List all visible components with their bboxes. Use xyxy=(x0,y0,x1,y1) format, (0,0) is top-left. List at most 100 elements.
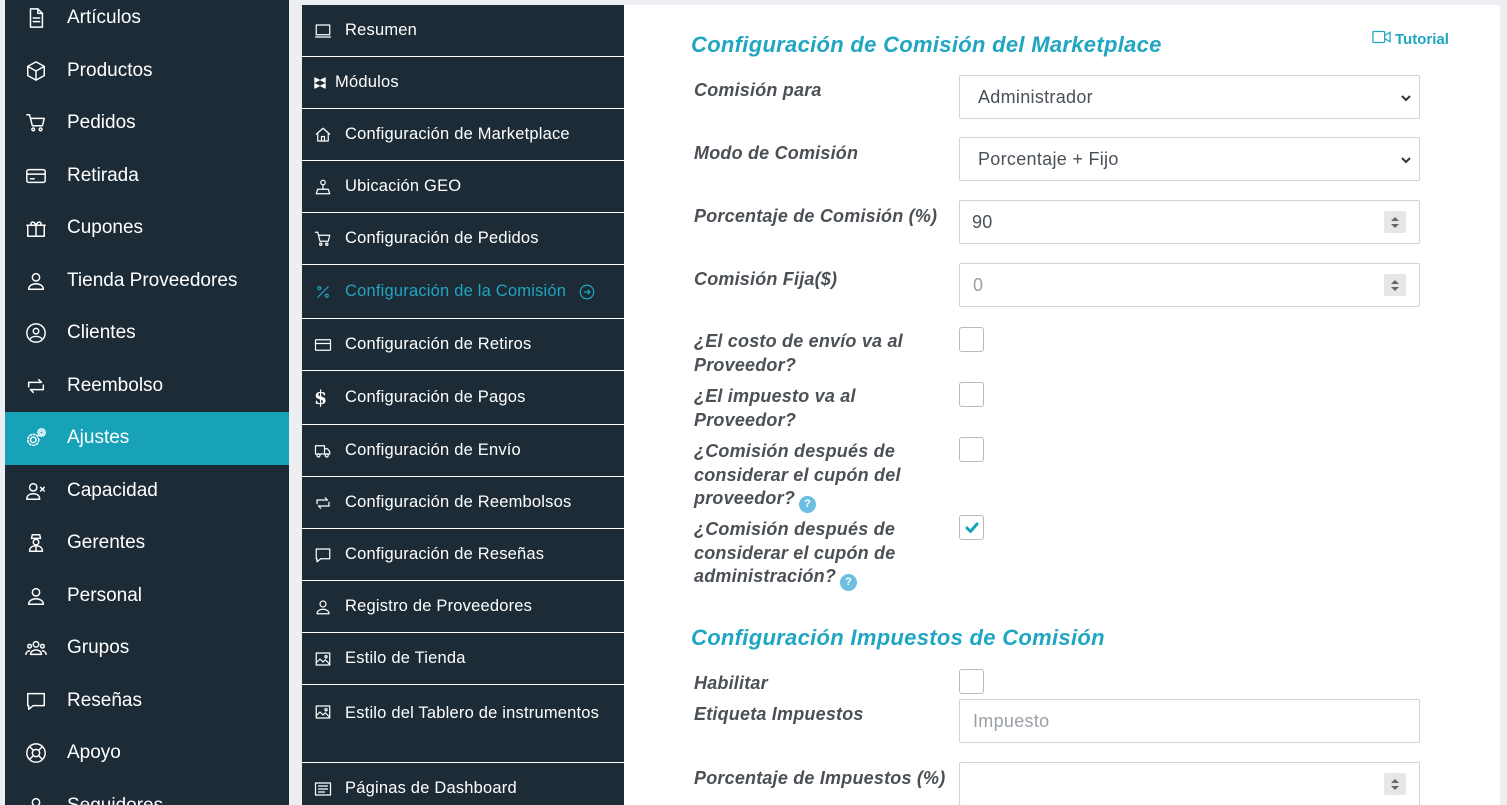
settings-item-label: Resumen xyxy=(345,21,418,39)
dollar-icon: $ xyxy=(314,386,328,409)
sidebar-item-cupones[interactable]: Cupones xyxy=(5,202,289,255)
refund-icon xyxy=(5,375,67,397)
settings-item-resenas[interactable]: Configuración de Reseñas xyxy=(302,529,624,581)
sidebar-item-label: Pedidos xyxy=(67,112,136,134)
image-icon xyxy=(314,650,345,668)
sidebar-item-ajustes[interactable]: Ajustes xyxy=(5,412,289,465)
commission-for-label: Comisión para xyxy=(694,80,822,100)
user-icon xyxy=(5,585,67,607)
sidebar-item-grupos[interactable]: Grupos xyxy=(5,622,289,675)
cube-icon xyxy=(5,60,67,82)
settings-item-estilo-tienda[interactable]: Estilo de Tienda xyxy=(302,633,624,685)
sidebar-item-retirada[interactable]: Retirada xyxy=(5,150,289,203)
cart-icon xyxy=(314,230,345,248)
settings-item-label: Configuración de Envío xyxy=(345,441,521,459)
sidebar-item-capacidad[interactable]: Capacidad xyxy=(5,465,289,518)
tax-enable-checkbox[interactable] xyxy=(959,669,984,694)
settings-item-envio[interactable]: Configuración de Envío xyxy=(302,425,624,477)
commission-for-select[interactable]: Administrador xyxy=(959,75,1420,119)
tax-label-label: Etiqueta Impuestos xyxy=(694,704,864,724)
sidebar-item-gerentes[interactable]: Gerentes xyxy=(5,517,289,570)
sidebar-item-label: Clientes xyxy=(67,322,136,344)
settings-item-label: Configuración de Pagos xyxy=(345,388,526,406)
number-spinner[interactable] xyxy=(1384,274,1406,296)
settings-item-label: Configuración de Marketplace xyxy=(345,125,570,143)
tax-to-vendor-label: ¿El impuesto va al Proveedor? xyxy=(694,386,856,430)
commission-percent-label: Porcentaje de Comisión (%) xyxy=(694,206,938,226)
settings-item-modulos[interactable]: Módulos xyxy=(302,57,624,109)
settings-item-label: Estilo del Tablero de instrumentos xyxy=(314,699,599,726)
commission-mode-value: Porcentaje + Fijo xyxy=(978,148,1119,169)
sidebar-item-tienda-proveedores[interactable]: Tienda Proveedores xyxy=(5,255,289,308)
sidebar-item-label: Reseñas xyxy=(67,689,142,711)
sidebar-item-label: Productos xyxy=(67,59,153,81)
sidebar-item-clientes[interactable]: Clientes xyxy=(5,307,289,360)
settings-item-registro-proveedores[interactable]: Registro de Proveedores xyxy=(302,581,624,633)
settings-item-paginas-dashboard[interactable]: Páginas de Dashboard xyxy=(302,763,624,805)
settings-item-pedidos[interactable]: Configuración de Pedidos xyxy=(302,213,624,265)
sidebar-item-pedidos[interactable]: Pedidos xyxy=(5,97,289,150)
number-spinner[interactable] xyxy=(1384,211,1406,233)
sidebar-item-label: Capacidad xyxy=(67,479,158,501)
chevron-down-icon xyxy=(1399,151,1413,165)
help-icon[interactable]: ? xyxy=(840,574,858,592)
sidebar-item-label: Grupos xyxy=(67,637,130,659)
sidebar-item-label: Reembolso xyxy=(67,374,164,396)
tax-percent-input[interactable] xyxy=(959,762,1420,805)
chevron-down-icon xyxy=(1399,89,1413,103)
tutorial-link[interactable]: Tutorial xyxy=(1372,30,1449,48)
card-icon xyxy=(314,336,345,354)
sidebar-item-seguidores[interactable]: Seguidores xyxy=(5,780,289,805)
commission-fixed-input[interactable]: 0 xyxy=(959,263,1420,307)
sidebar-item-resenas[interactable]: Reseñas xyxy=(5,675,289,728)
user-circle-icon xyxy=(5,322,67,344)
gears-icon xyxy=(5,427,67,449)
checkmark-icon xyxy=(965,522,978,533)
tax-to-vendor-checkbox[interactable] xyxy=(959,382,984,407)
home-icon xyxy=(314,126,345,144)
tax-enable-label: Habilitar xyxy=(694,673,768,693)
settings-item-label-text: Estilo del Tablero de instrumentos xyxy=(345,704,600,722)
lifebuoy-icon xyxy=(5,742,67,764)
settings-item-label: Configuración de Reseñas xyxy=(345,545,545,563)
commission-section-title: Configuración de Comisión del Marketplac… xyxy=(691,32,1162,57)
sidebar-item-label: Cupones xyxy=(67,217,144,239)
settings-item-label: Estilo de Tienda xyxy=(345,649,466,667)
monitor-icon xyxy=(314,22,345,40)
shipping-to-vendor-label: ¿El costo de envío va al Proveedor? xyxy=(694,331,903,375)
number-spinner[interactable] xyxy=(1384,773,1406,795)
after-admin-coupon-label: ¿Comisión después de considerar el cupón… xyxy=(694,518,956,592)
after-admin-coupon-checkbox[interactable] xyxy=(959,515,984,540)
comment-icon xyxy=(5,690,67,712)
settings-item-label: Módulos xyxy=(335,73,399,91)
sidebar-item-label: Artículos xyxy=(67,7,141,29)
sidebar-item-personal[interactable]: Personal xyxy=(5,570,289,623)
commission-percent-value: 90 xyxy=(972,211,993,232)
after-vendor-coupon-checkbox[interactable] xyxy=(959,437,984,462)
settings-item-resumen[interactable]: Resumen xyxy=(302,5,624,57)
settings-item-pagos[interactable]: $ Configuración de Pagos xyxy=(302,371,624,425)
settings-item-label: Configuración de Reembolsos xyxy=(345,493,572,511)
user-x-icon xyxy=(5,480,67,502)
settings-item-estilo-tablero[interactable]: Estilo del Tablero de instrumentos xyxy=(302,685,624,763)
tax-section-title: Configuración Impuestos de Comisión xyxy=(691,625,1105,650)
commission-mode-select[interactable]: Porcentaje + Fijo xyxy=(959,137,1420,181)
settings-item-reembolsos[interactable]: Configuración de Reembolsos xyxy=(302,477,624,529)
settings-item-geo[interactable]: Ubicación GEO xyxy=(302,161,624,213)
settings-item-comision[interactable]: Configuración de la Comisión xyxy=(302,265,624,319)
tax-label-input[interactable]: Impuesto xyxy=(959,699,1420,743)
sidebar-item-apoyo[interactable]: Apoyo xyxy=(5,727,289,780)
video-icon xyxy=(1372,30,1391,48)
shipping-to-vendor-checkbox[interactable] xyxy=(959,327,984,352)
comment-icon xyxy=(314,546,345,564)
sidebar-item-articulos[interactable]: Artículos xyxy=(5,0,289,45)
sidebar-item-productos[interactable]: Productos xyxy=(5,45,289,98)
settings-item-marketplace[interactable]: Configuración de Marketplace xyxy=(302,109,624,161)
commission-fixed-value: 0 xyxy=(973,274,984,295)
sidebar-item-reembolso[interactable]: Reembolso xyxy=(5,360,289,413)
sidebar-item-label: Personal xyxy=(67,584,142,606)
commission-percent-input[interactable]: 90 xyxy=(959,200,1420,244)
settings-item-retiros[interactable]: Configuración de Retiros xyxy=(302,319,624,371)
help-icon[interactable]: ? xyxy=(799,496,817,514)
modules-icon xyxy=(313,76,335,90)
